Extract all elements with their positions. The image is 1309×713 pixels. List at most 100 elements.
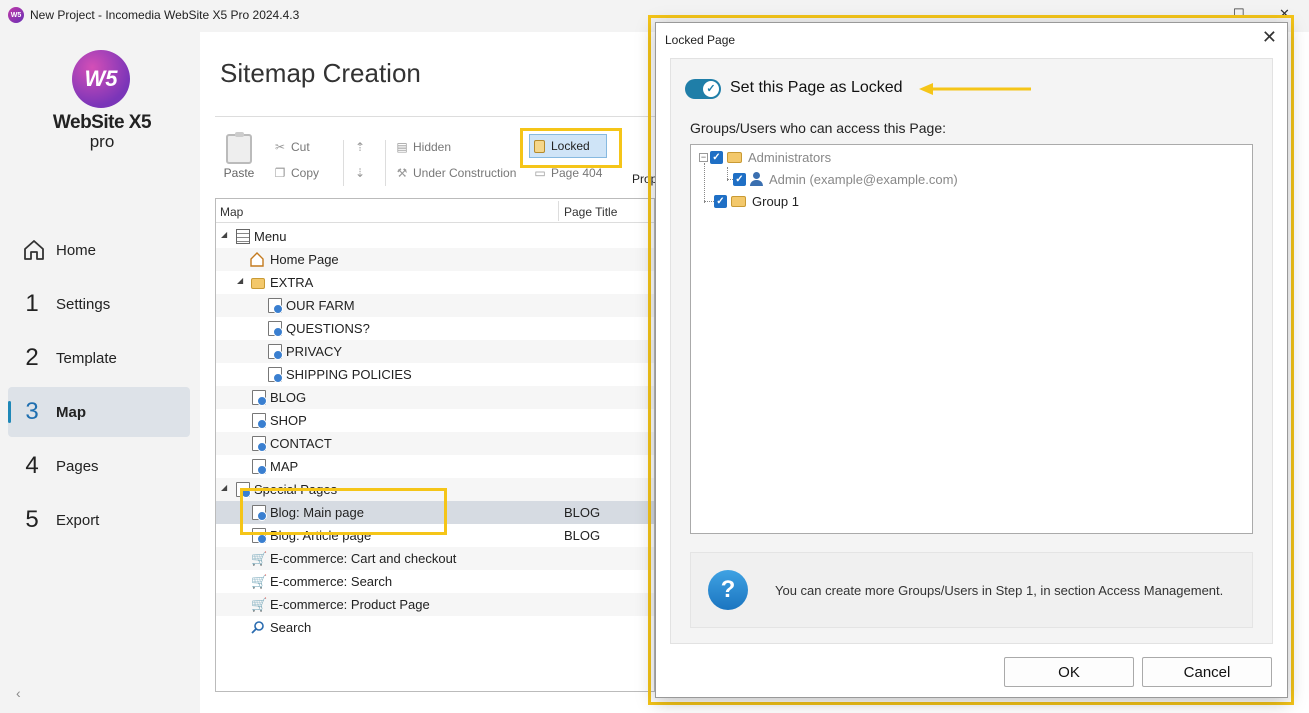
access-label: Groups/Users who can access this Page: (690, 120, 947, 136)
collapse-icon[interactable]: ◢ (221, 230, 227, 239)
checkbox-checked[interactable]: ✓ (733, 172, 746, 186)
tree-row[interactable]: Home Page (216, 248, 654, 271)
page-404-icon: ▭ (534, 166, 546, 180)
nav-item-export[interactable]: 5 Export (8, 495, 190, 545)
page-icon (252, 459, 267, 475)
tree-row[interactable]: Blog: Article page BLOG (216, 524, 654, 547)
properties-button[interactable]: Prop (632, 172, 657, 186)
blog-page-icon (252, 528, 267, 544)
tree-down-icon: ⇣ (354, 166, 366, 180)
cart-icon: 🛒 (251, 597, 268, 612)
tree-row-label: MAP (270, 459, 299, 474)
tree-row[interactable]: 🛒 E-commerce: Cart and checkout (216, 547, 654, 570)
nav-item-map[interactable]: 3 Map (8, 387, 190, 437)
menu-icon (236, 229, 250, 244)
info-box: ? You can create more Groups/Users in St… (690, 552, 1253, 628)
tree-row[interactable]: QUESTIONS? (216, 317, 654, 340)
column-map[interactable]: Map (220, 205, 243, 219)
nav-label-template: Template (56, 349, 117, 367)
search-icon (251, 621, 264, 634)
annotation-arrow-icon (919, 83, 1031, 95)
toggle-label: Set this Page as Locked (730, 79, 903, 96)
hidden-page-icon: ▤ (396, 140, 408, 154)
close-icon[interactable]: ✕ (1262, 27, 1277, 48)
special-pages-icon (236, 482, 251, 498)
tree-row[interactable]: BLOG (216, 386, 654, 409)
tree-row-label: Search (270, 620, 312, 635)
home-page-icon (250, 252, 264, 267)
lock-icon (534, 139, 545, 153)
shop-page-icon (252, 413, 267, 429)
tree-row-selected[interactable]: Blog: Main page BLOG (216, 501, 654, 524)
tree-row-label: E-commerce: Search (270, 574, 393, 589)
maximize-icon[interactable]: ☐ (1233, 6, 1245, 22)
cut-label: Cut (291, 140, 310, 154)
tree-row[interactable]: CONTACT (216, 432, 654, 455)
step-number: 3 (25, 398, 39, 425)
access-tree[interactable]: − ✓ Administrators ✓ Admin (example@exam… (690, 144, 1253, 534)
collapse-icon[interactable]: − (699, 152, 708, 162)
copy-button[interactable]: ❐ Copy (273, 166, 319, 180)
move-up-button[interactable]: ⇡ (353, 140, 371, 154)
user-row-admin[interactable]: ✓ Admin (example@example.com) (733, 169, 958, 189)
tree-row-label: Blog: Article page (270, 528, 372, 543)
page-icon (252, 436, 267, 452)
under-construction-button[interactable]: ⚒ Under Construction (395, 166, 517, 180)
tree-row[interactable]: SHIPPING POLICIES (216, 363, 654, 386)
check-icon: ✓ (703, 81, 719, 97)
hidden-label: Hidden (413, 140, 452, 154)
window-title: New Project - Incomedia WebSite X5 Pro 2… (30, 8, 300, 22)
locked-page-dialog: Locked Page ✕ ✓ Set this Page as Locked … (655, 22, 1288, 698)
tree-row-special-pages[interactable]: ◢ Special Pages (216, 478, 654, 501)
scissors-icon: ✂ (274, 140, 286, 154)
move-down-button[interactable]: ⇣ (353, 166, 371, 180)
page-404-button[interactable]: ▭ Page 404 (533, 166, 602, 180)
checkbox-checked[interactable]: ✓ (714, 194, 727, 208)
sitemap-tree[interactable]: Map Page Title ◢ Menu Home Page ◢ EXTRA … (215, 198, 655, 692)
collapse-sidebar-icon[interactable]: ‹ (16, 685, 21, 701)
group-label: Administrators (748, 149, 832, 165)
logo: W5 WebSite X5 pro (52, 50, 152, 160)
tree-row[interactable]: Search (216, 616, 654, 639)
tree-row-label: PRIVACY (286, 344, 343, 359)
group-row-administrators[interactable]: − ✓ Administrators (699, 147, 831, 167)
tree-row[interactable]: OUR FARM (216, 294, 654, 317)
nav-item-home[interactable]: Home (8, 225, 190, 275)
page-404-label: Page 404 (551, 166, 603, 180)
ok-button[interactable]: OK (1004, 657, 1134, 687)
cancel-button[interactable]: Cancel (1142, 657, 1272, 687)
step-number: 2 (25, 344, 39, 371)
tree-row-menu[interactable]: ◢ Menu (216, 225, 654, 248)
paste-button[interactable]: Paste (223, 132, 255, 180)
tree-row-label: Home Page (270, 252, 339, 267)
tree-row[interactable]: 🛒 E-commerce: Search (216, 570, 654, 593)
copy-icon: ❐ (274, 166, 286, 180)
tree-row[interactable]: 🛒 E-commerce: Product Page (216, 593, 654, 616)
tree-row[interactable]: PRIVACY (216, 340, 654, 363)
collapse-icon[interactable]: ◢ (237, 276, 243, 285)
column-page-title[interactable]: Page Title (564, 205, 617, 219)
cut-button[interactable]: ✂ Cut (273, 140, 310, 154)
tree-row[interactable]: SHOP (216, 409, 654, 432)
nav-item-template[interactable]: 2 Template (8, 333, 190, 383)
locked-button[interactable]: Locked (529, 134, 607, 158)
page-icon (268, 367, 283, 383)
checkbox-checked[interactable]: ✓ (710, 150, 723, 164)
nav-item-pages[interactable]: 4 Pages (8, 441, 190, 491)
nav-item-settings[interactable]: 1 Settings (8, 279, 190, 329)
tree-row[interactable]: ◢ EXTRA (216, 271, 654, 294)
group-row-group-1[interactable]: ✓ Group 1 (714, 191, 799, 211)
under-construction-label: Under Construction (413, 166, 517, 180)
blog-page-icon (252, 505, 267, 521)
locked-toggle[interactable]: ✓ (685, 79, 721, 99)
tree-row[interactable]: MAP (216, 455, 654, 478)
blog-page-icon (252, 390, 267, 406)
hidden-button[interactable]: ▤ Hidden (395, 140, 451, 154)
paste-label: Paste (223, 166, 255, 180)
tree-row-label: E-commerce: Cart and checkout (270, 551, 457, 566)
collapse-icon[interactable]: ◢ (221, 483, 227, 492)
map-toolbar: Paste ✂ Cut ❐ Copy ⇡ ⇣ ▤ Hidden ⚒ Under … (215, 124, 657, 190)
page-icon (268, 321, 283, 337)
column-separator (558, 201, 559, 221)
close-window-icon[interactable]: ✕ (1279, 6, 1290, 22)
